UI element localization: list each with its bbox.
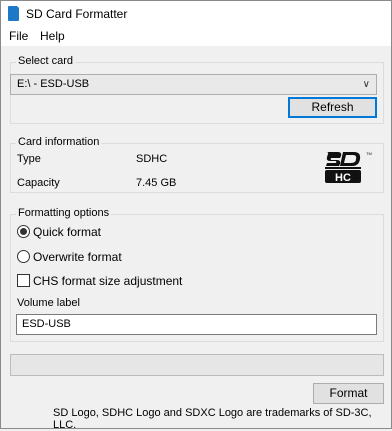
card-select-dropdown[interactable]: E:\ - ESD-USB ∨ bbox=[10, 74, 377, 95]
menu-bar: File Help bbox=[1, 27, 391, 46]
overwrite-format-radio[interactable] bbox=[17, 250, 30, 263]
volume-label-caption: Volume label bbox=[17, 297, 80, 309]
overwrite-format-label[interactable]: Overwrite format bbox=[33, 250, 122, 264]
volume-label-input[interactable]: ESD-USB bbox=[16, 314, 377, 335]
chs-format-checkbox[interactable] bbox=[17, 274, 30, 287]
format-progress-bar bbox=[10, 354, 384, 376]
quick-format-label[interactable]: Quick format bbox=[33, 225, 101, 239]
type-label: Type bbox=[17, 153, 41, 165]
chevron-down-icon: ∨ bbox=[362, 79, 370, 90]
select-card-legend: Select card bbox=[16, 55, 76, 67]
svg-text:TM: TM bbox=[366, 151, 372, 156]
svg-text:HC: HC bbox=[335, 172, 351, 184]
title-bar: SD Card Formatter bbox=[1, 1, 391, 27]
window-title: SD Card Formatter bbox=[26, 7, 128, 21]
sd-card-app-icon bbox=[8, 5, 20, 21]
trademark-notice: SD Logo, SDHC Logo and SDXC Logo are tra… bbox=[53, 407, 372, 431]
quick-format-radio[interactable] bbox=[17, 225, 30, 238]
formatting-options-legend: Formatting options bbox=[16, 207, 112, 219]
sd-card-formatter-window: SD Card Formatter File Help Select card … bbox=[0, 0, 392, 431]
format-button[interactable]: Format bbox=[313, 383, 384, 404]
card-select-value: E:\ - ESD-USB bbox=[17, 78, 90, 90]
refresh-button[interactable]: Refresh bbox=[288, 97, 377, 118]
capacity-label: Capacity bbox=[17, 177, 60, 189]
card-information-legend: Card information bbox=[16, 136, 102, 148]
volume-label-value: ESD-USB bbox=[22, 318, 71, 330]
sdhc-logo-icon: HC TM bbox=[325, 151, 372, 184]
menu-help[interactable]: Help bbox=[38, 29, 67, 43]
chs-format-label[interactable]: CHS format size adjustment bbox=[33, 274, 182, 288]
menu-file[interactable]: File bbox=[7, 29, 30, 43]
capacity-value: 7.45 GB bbox=[136, 177, 177, 189]
type-value: SDHC bbox=[136, 153, 168, 165]
